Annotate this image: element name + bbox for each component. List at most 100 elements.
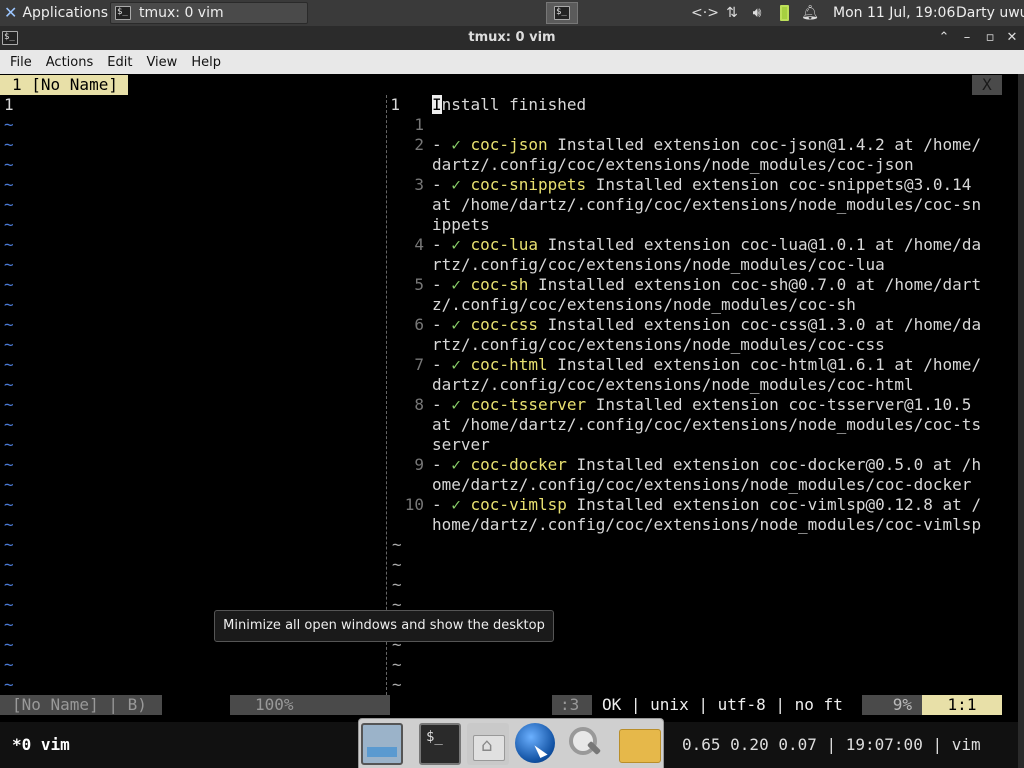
bullet: -: [432, 235, 452, 254]
buffer-line[interactable]: - ✓ coc-docker Installed extension coc-d…: [432, 455, 981, 475]
extension-name: coc-sh: [470, 275, 529, 294]
wrapped-line[interactable]: home/dartz/.config/coc/extensions/node_m…: [432, 515, 981, 535]
notification-bell-icon[interactable]: 🔔︎: [799, 0, 821, 26]
empty-line-tilde: ~: [4, 395, 14, 414]
menu-actions[interactable]: Actions: [39, 55, 101, 70]
empty-line-tilde: ~: [392, 655, 402, 674]
empty-line-tilde: ~: [4, 455, 14, 474]
buffer-line[interactable]: - ✓ coc-css Installed extension coc-css@…: [432, 315, 981, 335]
check-icon: ✓: [451, 175, 471, 194]
empty-line-tilde: ~: [4, 495, 14, 514]
buffer-line[interactable]: - ✓ coc-snippets Installed extension coc…: [432, 175, 971, 195]
line-text: nstall finished: [441, 95, 587, 114]
empty-line-tilde: ~: [4, 575, 14, 594]
empty-line-tilde: ~: [4, 115, 14, 134]
statusline-rowcol: 1:1: [922, 695, 1002, 715]
extension-name: coc-html: [470, 355, 548, 374]
wrapped-line[interactable]: ome/dartz/.config/coc/extensions/node_mo…: [432, 475, 971, 495]
buffer-line[interactable]: - ✓ coc-tsserver Installed extension coc…: [432, 395, 971, 415]
terminal-launcher-icon[interactable]: $_: [419, 723, 461, 765]
empty-line-tilde: ~: [4, 295, 14, 314]
vim-tab-close[interactable]: X: [972, 75, 1002, 95]
vim-tab[interactable]: 1 [No Name]: [0, 75, 128, 95]
menu-help[interactable]: Help: [184, 55, 228, 70]
empty-line-tilde: ~: [4, 435, 14, 454]
right-line-number: 5: [414, 275, 424, 294]
volume-icon[interactable]: 🔊︎: [746, 0, 768, 26]
bullet: -: [432, 495, 452, 514]
wrapped-line[interactable]: server: [432, 435, 490, 455]
install-message: Installed extension coc-snippets@3.0.14: [586, 175, 972, 194]
wrapped-line[interactable]: ippets: [432, 215, 490, 235]
terminal-icon: $_: [115, 6, 131, 20]
file-manager-folder-icon[interactable]: [619, 729, 661, 763]
workspace-switcher[interactable]: $_: [546, 2, 578, 24]
web-browser-icon[interactable]: [515, 723, 555, 763]
wrapped-line[interactable]: dartz/.config/coc/extensions/node_module…: [432, 375, 914, 395]
applications-menu-button[interactable]: ✕ Applications: [0, 0, 108, 26]
buffer-line[interactable]: Install finished: [432, 95, 586, 115]
close-icon[interactable]: ✕: [1002, 28, 1022, 48]
user-menu[interactable]: Darty uwu: [956, 0, 1024, 26]
left-line-number: 1: [4, 95, 14, 114]
install-message: Installed extension coc-tsserver@1.10.5: [586, 395, 972, 414]
buffer-line[interactable]: - ✓ coc-html Installed extension coc-htm…: [432, 355, 981, 375]
app-finder-search-icon[interactable]: [563, 723, 605, 765]
buffer-line[interactable]: - ✓ coc-lua Installed extension coc-lua@…: [432, 235, 981, 255]
xfce-logo-icon: ✕: [4, 3, 18, 22]
taskbar-window-label: tmux: 0 vim: [139, 5, 224, 21]
menu-edit[interactable]: Edit: [100, 55, 139, 70]
wrapped-line[interactable]: rtz/.config/coc/extensions/node_modules/…: [432, 255, 885, 275]
minimize-icon[interactable]: –: [957, 28, 977, 48]
top-panel: ✕ Applications $_ tmux: 0 vim $_ <·> ⇅ 🔊…: [0, 0, 1024, 26]
buffer-line[interactable]: - ✓ coc-sh Installed extension coc-sh@0.…: [432, 275, 981, 295]
extension-name: coc-json: [470, 135, 548, 154]
empty-line-tilde: ~: [4, 235, 14, 254]
vim-statusline: [No Name] | B) 100% :3 OK | unix | utf-8…: [0, 695, 1018, 715]
wrapped-line[interactable]: at /home/dartz/.config/coc/extensions/no…: [432, 195, 981, 215]
right-line-number: 3: [414, 175, 424, 194]
home-folder-icon[interactable]: [467, 723, 509, 765]
menu-view[interactable]: View: [139, 55, 184, 70]
right-line-number: 7: [414, 355, 424, 374]
taskbar-window-button[interactable]: $_ tmux: 0 vim: [110, 2, 308, 24]
extension-name: coc-css: [470, 315, 538, 334]
vim-left-pane[interactable]: 1 ~ ~ ~ ~ ~ ~ ~ ~ ~ ~ ~ ~ ~ ~ ~ ~ ~ ~ ~ ~ ~ ~ ~ ~ ~ ~ ~ ~ ~: [0, 95, 390, 695]
battery-icon[interactable]: [773, 0, 795, 26]
wrapped-line[interactable]: dartz/.config/coc/extensions/node_module…: [432, 155, 914, 175]
network-updown-icon[interactable]: ⇅: [721, 0, 743, 26]
show-desktop-icon[interactable]: [361, 723, 403, 765]
menu-file[interactable]: File: [3, 55, 39, 70]
check-icon: ✓: [451, 235, 471, 254]
right-line-number: 9: [414, 455, 424, 474]
wrapped-line[interactable]: at /home/dartz/.config/coc/extensions/no…: [432, 415, 981, 435]
terminal-scrollbar[interactable]: [1018, 74, 1024, 768]
check-icon: ✓: [451, 495, 471, 514]
empty-line-tilde: ~: [4, 515, 14, 534]
buffer-line[interactable]: - ✓ coc-json Installed extension coc-jso…: [432, 135, 981, 155]
right-line-number: 10: [404, 495, 424, 514]
install-message: Installed extension coc-css@1.3.0 at /ho…: [537, 315, 982, 334]
clock[interactable]: Mon 11 Jul, 19:06: [833, 0, 955, 26]
terminal-area[interactable]: 1 [No Name] X 1 ~ ~ ~ ~ ~ ~ ~ ~ ~ ~ ~ ~ ~ ~ ~ ~ ~ ~ ~ ~ ~ ~ ~ ~ ~…: [0, 74, 1024, 768]
maximize-icon[interactable]: ▫: [980, 28, 1000, 48]
empty-line-tilde: ~: [4, 255, 14, 274]
window-titlebar[interactable]: $_ tmux: 0 vim ⌃ – ▫ ✕: [0, 26, 1024, 50]
tmux-status-right: 0.65 0.20 0.07 | 19:07:00 | vim: [682, 735, 981, 754]
empty-line-tilde: ~: [392, 575, 402, 594]
right-line-number: 2: [414, 135, 424, 154]
extension-name: coc-vimlsp: [470, 495, 567, 514]
wrapped-line[interactable]: rtz/.config/coc/extensions/node_modules/…: [432, 335, 885, 355]
right-line-number: 8: [414, 395, 424, 414]
vertical-split-divider[interactable]: [386, 95, 387, 695]
buffer-line[interactable]: - ✓ coc-vimlsp Installed extension coc-v…: [432, 495, 981, 515]
network-transfer-icon[interactable]: <·>: [691, 0, 719, 26]
install-message: Installed extension coc-html@1.6.1 at /h…: [547, 355, 982, 374]
shade-icon[interactable]: ⌃: [934, 28, 954, 48]
empty-line-tilde: ~: [4, 675, 14, 694]
wrapped-line[interactable]: z/.config/coc/extensions/node_modules/co…: [432, 295, 856, 315]
install-message: Installed extension coc-docker@0.5.0 at …: [566, 455, 982, 474]
empty-line-tilde: ~: [4, 335, 14, 354]
statusline-scroll-percent: 9%: [862, 695, 922, 715]
tmux-window-label[interactable]: *0 vim: [12, 735, 70, 754]
